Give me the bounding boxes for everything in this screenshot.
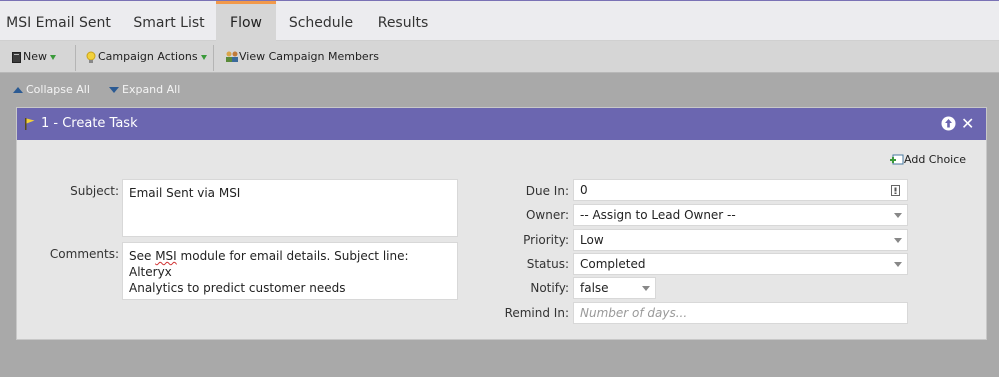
remind-in-label: Remind In: [504, 306, 569, 320]
tab-flow[interactable]: Flow [216, 1, 276, 42]
view-campaign-members-button[interactable]: View Campaign Members [225, 41, 379, 73]
toolbar: New Campaign Actions View Campaign Membe… [0, 41, 999, 73]
new-button[interactable]: New [12, 41, 56, 73]
notify-select[interactable]: false [573, 277, 656, 299]
due-in-field[interactable]: 0 [573, 179, 908, 201]
tab-results[interactable]: Results [366, 1, 440, 42]
campaign-members-icon [226, 51, 238, 62]
calendar-icon[interactable] [891, 185, 900, 196]
new-label: New [23, 50, 47, 63]
flow-step-header[interactable]: 1 - Create Task ✕ [17, 108, 986, 140]
remind-in-field[interactable]: Number of days... [573, 302, 908, 324]
priority-label: Priority: [523, 233, 569, 247]
flag-icon [25, 118, 35, 130]
toolbar-divider [213, 45, 214, 71]
tab-schedule[interactable]: Schedule [276, 1, 366, 42]
status-label: Status: [526, 257, 569, 271]
comments-text: See [129, 249, 156, 263]
due-in-value: 0 [580, 183, 588, 197]
collapse-arrow-icon [13, 87, 23, 93]
subject-label: Subject: [70, 184, 119, 198]
add-choice-icon [890, 154, 904, 165]
comments-text: Analytics to predict customer needs [129, 281, 346, 295]
comments-misspelled-word: MSI [155, 249, 177, 263]
flow-step-panel: 1 - Create Task ✕ Add Choice Subject: Em… [16, 107, 987, 340]
subject-field[interactable]: Email Sent via MSI [122, 179, 458, 237]
tab-smart-list[interactable]: Smart List [117, 1, 221, 42]
owner-value: -- Assign to Lead Owner -- [580, 208, 736, 222]
chevron-down-icon [642, 286, 650, 291]
owner-select[interactable]: -- Assign to Lead Owner -- [573, 204, 908, 226]
notify-label: Notify: [530, 281, 569, 295]
owner-label: Owner: [525, 208, 569, 222]
chevron-down-icon [894, 262, 902, 267]
status-value: Completed [580, 257, 646, 271]
campaign-actions-button[interactable]: Campaign Actions [86, 41, 207, 73]
flow-controls: Collapse All Expand All [0, 74, 999, 106]
notify-value: false [580, 281, 609, 295]
priority-select[interactable]: Low [573, 229, 908, 251]
add-choice-button[interactable]: Add Choice [890, 153, 966, 166]
tab-bar: MSI Email Sent Smart List Flow Schedule … [0, 0, 999, 42]
new-doc-icon [12, 51, 21, 63]
comments-label: Comments: [49, 247, 119, 261]
comments-field[interactable]: See MSI module for email details. Subjec… [122, 242, 458, 300]
new-dropdown-icon [50, 54, 56, 60]
chevron-down-icon [894, 238, 902, 243]
remind-in-placeholder: Number of days... [580, 306, 688, 320]
lightbulb-icon [86, 51, 96, 63]
add-choice-label: Add Choice [904, 153, 967, 166]
tab-msi-email-sent[interactable]: MSI Email Sent [0, 1, 117, 42]
status-select[interactable]: Completed [573, 253, 908, 275]
due-in-label: Due In: [525, 184, 569, 198]
campaign-actions-dropdown-icon [200, 54, 207, 60]
move-up-icon[interactable] [941, 116, 956, 131]
collapse-all-label: Collapse All [26, 83, 90, 96]
campaign-actions-label: Campaign Actions [98, 50, 198, 63]
flow-step-title: 1 - Create Task [41, 116, 138, 131]
expand-all-button[interactable]: Expand All [109, 83, 180, 96]
view-campaign-members-label: View Campaign Members [239, 50, 379, 63]
close-icon[interactable]: ✕ [961, 112, 974, 136]
toolbar-divider [75, 45, 76, 71]
chevron-down-icon [894, 213, 902, 218]
expand-arrow-icon [109, 87, 119, 93]
collapse-all-button[interactable]: Collapse All [13, 83, 90, 96]
priority-value: Low [580, 233, 604, 247]
expand-all-label: Expand All [122, 83, 181, 96]
